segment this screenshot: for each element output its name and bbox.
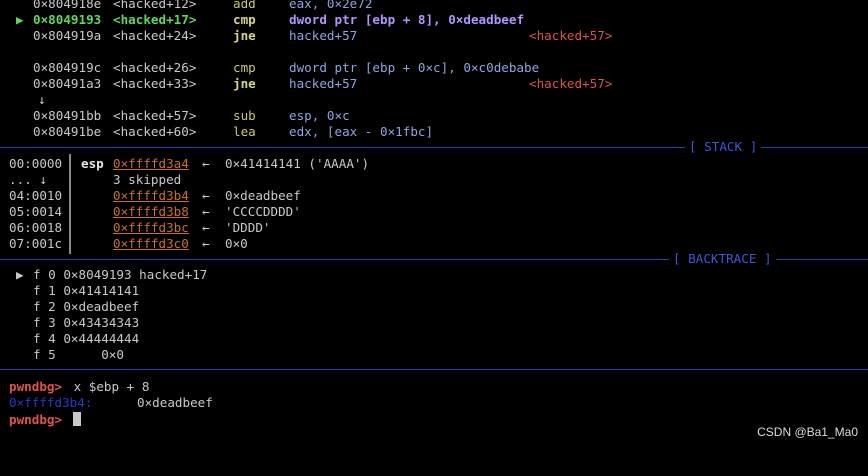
stack-row: ... ↓ 3 skipped — [0, 172, 868, 188]
pointer-arrow-icon: ← — [202, 156, 210, 171]
stack-row: 04:0010 0×ffffd3b4 ← 0×deadbeef — [0, 188, 868, 204]
disasm-symbol: <hacked+57> — [113, 108, 197, 123]
pointer-arrow-icon: ← — [202, 204, 210, 219]
stack-row: 00:0000 esp 0×ffffd3a4 ← 0×41414141 ('AA… — [0, 156, 868, 172]
stack-row: 07:001c 0×ffffd3c0 ← 0×0 — [0, 236, 868, 252]
stack-offset: 05:0014 — [9, 204, 63, 219]
disasm-opcode: cmp — [233, 12, 256, 27]
pointer-arrow-icon: ← — [202, 220, 210, 235]
result-value: 0×deadbeef — [137, 395, 213, 410]
disasm-symbol: <hacked+24> — [113, 28, 197, 43]
stack-section-title: [ STACK ] — [685, 139, 762, 155]
disasm-symbol: <hacked+12> — [113, 0, 197, 11]
disasm-operands: eax, 0×2e72 — [289, 0, 373, 11]
console-prompt: pwndbg> — [9, 412, 63, 427]
disasm-line: 0×80491a3 <hacked+33> jne hacked+57 <hac… — [0, 76, 868, 92]
disasm-line-current: ▶ 0×8049193 <hacked+17> cmp dword ptr [e… — [0, 12, 868, 28]
disasm-opcode: add — [233, 0, 256, 11]
disasm-address: 0×80491bb — [33, 108, 102, 123]
disasm-line: 0×80491be <hacked+60> lea edx, [eax - 0×… — [0, 124, 868, 140]
backtrace-frame-text: f 5 0×0 — [33, 347, 124, 362]
stack-address: 0×ffffd3a4 — [113, 156, 189, 171]
disasm-symbol: <hacked+33> — [113, 76, 197, 91]
disasm-line: 0×804919c <hacked+26> cmp dword ptr [ebp… — [0, 60, 868, 76]
disasm-opcode: jne — [233, 28, 256, 43]
disasm-operands: hacked+57 — [289, 76, 358, 91]
pointer-arrow-icon: ← — [202, 188, 210, 203]
disasm-opcode: jne — [233, 76, 256, 91]
stack-address: 0×ffffd3c0 — [113, 236, 189, 251]
stack-offset: 07:001c — [9, 236, 63, 251]
disasm-opcode: sub — [233, 108, 256, 123]
disasm-line: 0×804919a <hacked+24> jne hacked+57 <hac… — [0, 28, 868, 44]
backtrace-frame: f 5 0×0 — [0, 347, 868, 363]
stack-row: 06:0018 0×ffffd3bc ← 'DDDD' — [0, 220, 868, 236]
stack-value: 0×0 — [225, 236, 248, 251]
disasm-operands: dword ptr [ebp + 0×c], 0×c0debabe — [289, 60, 540, 75]
stack-address: 0×ffffd3b4 — [113, 188, 189, 203]
stack-row: 05:0014 0×ffffd3b8 ← 'CCCCDDDD' — [0, 204, 868, 220]
stack-value: 'DDDD' — [225, 220, 271, 235]
disasm-line: 0×80491bb <hacked+57> sub esp, 0×c — [0, 108, 868, 124]
backtrace-frame: ▶ f 0 0×8049193 hacked+17 — [0, 267, 868, 283]
stack-offset: 04:0010 — [9, 188, 63, 203]
disasm-address: 0×804918e — [33, 0, 102, 11]
backtrace-frame-text: f 1 0×41414141 — [33, 283, 140, 298]
result-address: 0×ffffd3b4: — [9, 395, 93, 410]
disasm-address: 0×804919c — [33, 60, 102, 75]
current-frame-marker-icon: ▶ — [16, 267, 24, 282]
console-input-line[interactable]: pwndbg> — [0, 412, 868, 428]
backtrace-frame-text: f 2 0×deadbeef — [33, 299, 140, 314]
disasm-operands: dword ptr [ebp + 8], 0×deadbeef — [289, 12, 525, 27]
backtrace-frame-text: f 3 0×43434343 — [33, 315, 140, 330]
stack-value: 3 skipped — [113, 172, 182, 187]
console-prompt: pwndbg> — [9, 379, 63, 394]
disasm-operands: hacked+57 — [289, 28, 358, 43]
stack-register: esp — [81, 156, 104, 171]
console-line: 0×ffffd3b4: 0×deadbeef — [0, 395, 868, 411]
disasm-address: 0×80491be — [33, 124, 102, 139]
disasm-opcode: cmp — [233, 60, 256, 75]
backtrace-frame: f 4 0×44444444 — [0, 331, 868, 347]
pointer-arrow-icon: ← — [202, 236, 210, 251]
text-cursor[interactable] — [73, 412, 81, 428]
stack-address: 0×ffffd3b8 — [113, 204, 189, 219]
console-command: x $ebp + 8 — [66, 379, 150, 394]
disasm-symbol: <hacked+60> — [113, 124, 197, 139]
disasm-address: 0×80491a3 — [33, 76, 102, 91]
stack-offset: 00:0000 — [9, 156, 63, 171]
down-arrow-icon: ↓ — [38, 92, 46, 107]
disasm-opcode: lea — [233, 124, 256, 139]
console-line: pwndbg> x $ebp + 8 — [0, 379, 868, 395]
stack-value: 'CCCCDDDD' — [225, 204, 301, 219]
backtrace-frame: f 2 0×deadbeef — [0, 299, 868, 315]
console-divider — [0, 369, 868, 370]
watermark: CSDN @Ba1_Ma0 — [757, 425, 858, 439]
current-instruction-marker-icon: ▶ — [16, 12, 24, 27]
disasm-address: 0×804919a — [33, 28, 102, 43]
stack-value: 0×deadbeef — [225, 188, 301, 203]
disasm-symbol: <hacked+26> — [113, 60, 197, 75]
disasm-operands: esp, 0×c — [289, 108, 350, 123]
disasm-jump-target: <hacked+57> — [529, 28, 613, 43]
stack-value: 0×41414141 ('AAAA') — [225, 156, 370, 171]
backtrace-frame: f 1 0×41414141 — [0, 283, 868, 299]
backtrace-frame-text: f 4 0×44444444 — [33, 331, 140, 346]
disasm-address: 0×8049193 — [33, 12, 102, 27]
stack-address: 0×ffffd3bc — [113, 220, 189, 235]
disasm-operands: edx, [eax - 0×1fbc] — [289, 124, 434, 139]
backtrace-frame: f 3 0×43434343 — [0, 315, 868, 331]
backtrace-frame-text: f 0 0×8049193 hacked+17 — [33, 267, 208, 282]
stack-offset: 06:0018 — [9, 220, 63, 235]
backtrace-section-title: [ BACKTRACE ] — [669, 251, 776, 267]
disasm-jump-arrow: ↓ — [0, 92, 868, 108]
disasm-line: 0×804918e <hacked+12> add eax, 0×2e72 — [0, 0, 868, 12]
disasm-jump-target: <hacked+57> — [529, 76, 613, 91]
stack-offset: ... ↓ — [9, 172, 47, 187]
disasm-symbol: <hacked+17> — [113, 12, 197, 27]
